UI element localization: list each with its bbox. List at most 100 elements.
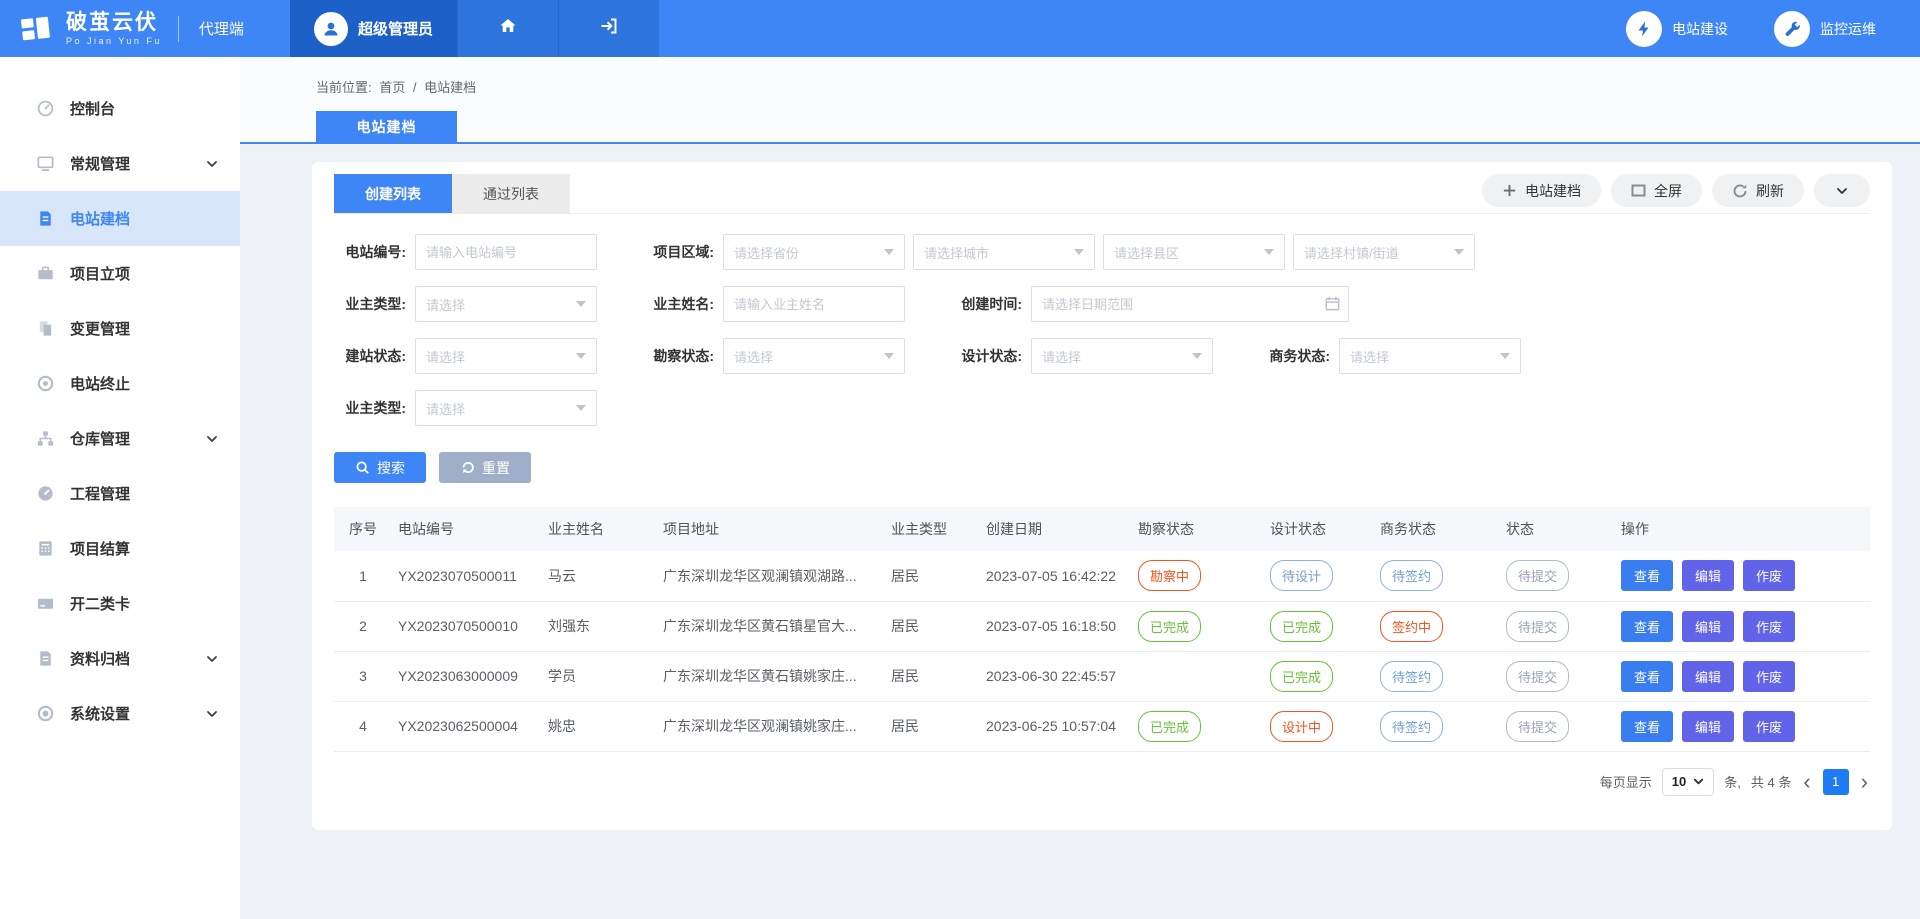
chevron-down-icon (1836, 185, 1848, 197)
status-badge: 签约中 (1380, 611, 1443, 642)
owner-type-select[interactable]: 请选择 (415, 286, 597, 322)
sidebar-item-engineering-management[interactable]: 工程管理 (0, 466, 240, 521)
home-icon (498, 16, 518, 41)
calendar-icon (1324, 295, 1341, 312)
station-termination-icon (36, 374, 55, 393)
sidebar-item-warehouse-management[interactable]: 仓库管理 (0, 411, 240, 466)
province-select[interactable]: 请选择省份 (723, 234, 905, 270)
owner-type-2-select[interactable]: 请选择 (415, 390, 597, 426)
owner-name-label: 业主姓名: (642, 294, 714, 314)
sidebar-item-project-initiation[interactable]: 项目立项 (0, 246, 240, 301)
design-status-select[interactable]: 请选择 (1031, 338, 1213, 374)
city-select[interactable]: 请选择城市 (913, 234, 1095, 270)
search-button[interactable]: 搜索 (334, 452, 426, 483)
wrench-icon (1774, 11, 1810, 47)
create-time-range (1031, 286, 1349, 322)
county-select[interactable]: 请选择县区 (1103, 234, 1285, 270)
void-button[interactable]: 作废 (1743, 661, 1795, 692)
build-status-select[interactable]: 请选择 (415, 338, 597, 374)
view-button[interactable]: 查看 (1621, 711, 1673, 742)
cell-code: YX2023070500011 (392, 551, 542, 601)
business-status-select[interactable]: 请选择 (1339, 338, 1521, 374)
caret-down-icon (1454, 249, 1464, 255)
current-page[interactable]: 1 (1823, 769, 1849, 795)
current-user-name: 超级管理员 (358, 18, 433, 39)
sidebar-item-label: 项目结算 (70, 538, 130, 559)
brand: 破茧云伏 Po Jian Yun Fu 代理端 (0, 0, 290, 57)
fullscreen-button[interactable]: 全屏 (1611, 174, 1702, 207)
owner-name-input[interactable] (723, 286, 905, 322)
void-button[interactable]: 作废 (1743, 611, 1795, 642)
sidebar-item-system-settings[interactable]: 系统设置 (0, 686, 240, 741)
brand-title: 破茧云伏 (66, 12, 162, 33)
collapse-button[interactable] (1814, 174, 1870, 207)
logout-button[interactable] (558, 0, 659, 57)
survey-status-label: 勘察状态: (642, 346, 714, 366)
sidebar-item-station-termination[interactable]: 电站终止 (0, 356, 240, 411)
sidebar-item-label: 仓库管理 (70, 428, 130, 449)
table-row: 2YX2023070500010刘强东广东深圳龙华区黄石镇星官大...居民202… (334, 601, 1870, 651)
view-button[interactable]: 查看 (1621, 661, 1673, 692)
page-tab-station-archive[interactable]: 电站建档 (316, 111, 457, 142)
view-button[interactable]: 查看 (1621, 560, 1673, 591)
edit-button[interactable]: 编辑 (1682, 611, 1734, 642)
cell-owner-type: 居民 (885, 651, 980, 701)
prev-page-button[interactable]: ‹ (1801, 769, 1812, 795)
sidebar-item-general-management[interactable]: 常规管理 (0, 136, 240, 191)
sidebar-item-station-archive[interactable]: 电站建档 (0, 191, 240, 246)
reset-icon (460, 460, 475, 475)
reset-button[interactable]: 重置 (439, 452, 531, 483)
column-header-created: 创建日期 (980, 507, 1132, 551)
station-archive-icon (36, 209, 55, 228)
breadcrumb-separator: / (413, 80, 417, 95)
breadcrumb-home[interactable]: 首页 (379, 80, 405, 95)
status-badge: 已完成 (1270, 661, 1333, 692)
date-range-input[interactable] (1031, 286, 1349, 322)
cell-seq: 3 (334, 651, 392, 701)
town-select[interactable]: 请选择村镇/街道 (1293, 234, 1475, 270)
sidebar-item-label: 系统设置 (70, 703, 130, 724)
topnav-station-construction[interactable]: 电站建设 (1626, 11, 1728, 47)
sidebar-item-data-archive[interactable]: 资料归档 (0, 631, 240, 686)
design-status-label: 设计状态: (950, 346, 1022, 366)
cell-survey-status: 已完成 (1132, 601, 1264, 651)
column-header-survey-status: 勘察状态 (1132, 507, 1264, 551)
void-button[interactable]: 作废 (1743, 711, 1795, 742)
void-button[interactable]: 作废 (1743, 560, 1795, 591)
home-button[interactable] (457, 0, 558, 57)
cell-actions: 查看编辑作废 (1615, 551, 1870, 601)
page-size-select[interactable]: 10 (1662, 768, 1714, 796)
column-header-seq: 序号 (334, 507, 392, 551)
project-initiation-icon (36, 264, 55, 283)
survey-status-select[interactable]: 请选择 (723, 338, 905, 374)
cell-owner: 学员 (542, 651, 657, 701)
cell-address: 广东深圳龙华区黄石镇星官大... (657, 601, 885, 651)
topnav-monitoring-ops[interactable]: 监控运维 (1774, 11, 1876, 47)
tab-create-list[interactable]: 创建列表 (334, 174, 452, 213)
user-menu[interactable]: 超级管理员 (290, 0, 457, 57)
status-badge: 设计中 (1270, 711, 1333, 742)
sidebar-item-second-class-card[interactable]: 开二类卡 (0, 576, 240, 631)
edit-button[interactable]: 编辑 (1682, 560, 1734, 591)
edit-button[interactable]: 编辑 (1682, 661, 1734, 692)
caret-down-icon (884, 249, 894, 255)
main: 当前位置: 首页 / 电站建档 电站建档 创建列表 通过列表 电站建档全屏刷新 … (240, 0, 1920, 919)
create-station-button[interactable]: 电站建档 (1482, 174, 1601, 207)
view-button[interactable]: 查看 (1621, 611, 1673, 642)
cell-owner-type: 居民 (885, 601, 980, 651)
edit-button[interactable]: 编辑 (1682, 711, 1734, 742)
filter-row-4: 业主类型: 请选择 (334, 390, 1870, 426)
sidebar-item-label: 控制台 (70, 98, 115, 119)
sidebar-item-label: 常规管理 (70, 153, 130, 174)
refresh-button[interactable]: 刷新 (1712, 174, 1804, 207)
sidebar-item-dashboard[interactable]: 控制台 (0, 81, 240, 136)
breadcrumb-current: 电站建档 (424, 80, 476, 95)
station-code-input[interactable] (415, 234, 597, 270)
tab-passed-list[interactable]: 通过列表 (452, 174, 570, 213)
cell-status: 待提交 (1500, 701, 1615, 751)
next-page-button[interactable]: › (1859, 769, 1870, 795)
sidebar-item-change-management[interactable]: 变更管理 (0, 301, 240, 356)
caret-down-icon (576, 301, 586, 307)
column-header-status: 状态 (1500, 507, 1615, 551)
sidebar-item-project-settlement[interactable]: 项目结算 (0, 521, 240, 576)
